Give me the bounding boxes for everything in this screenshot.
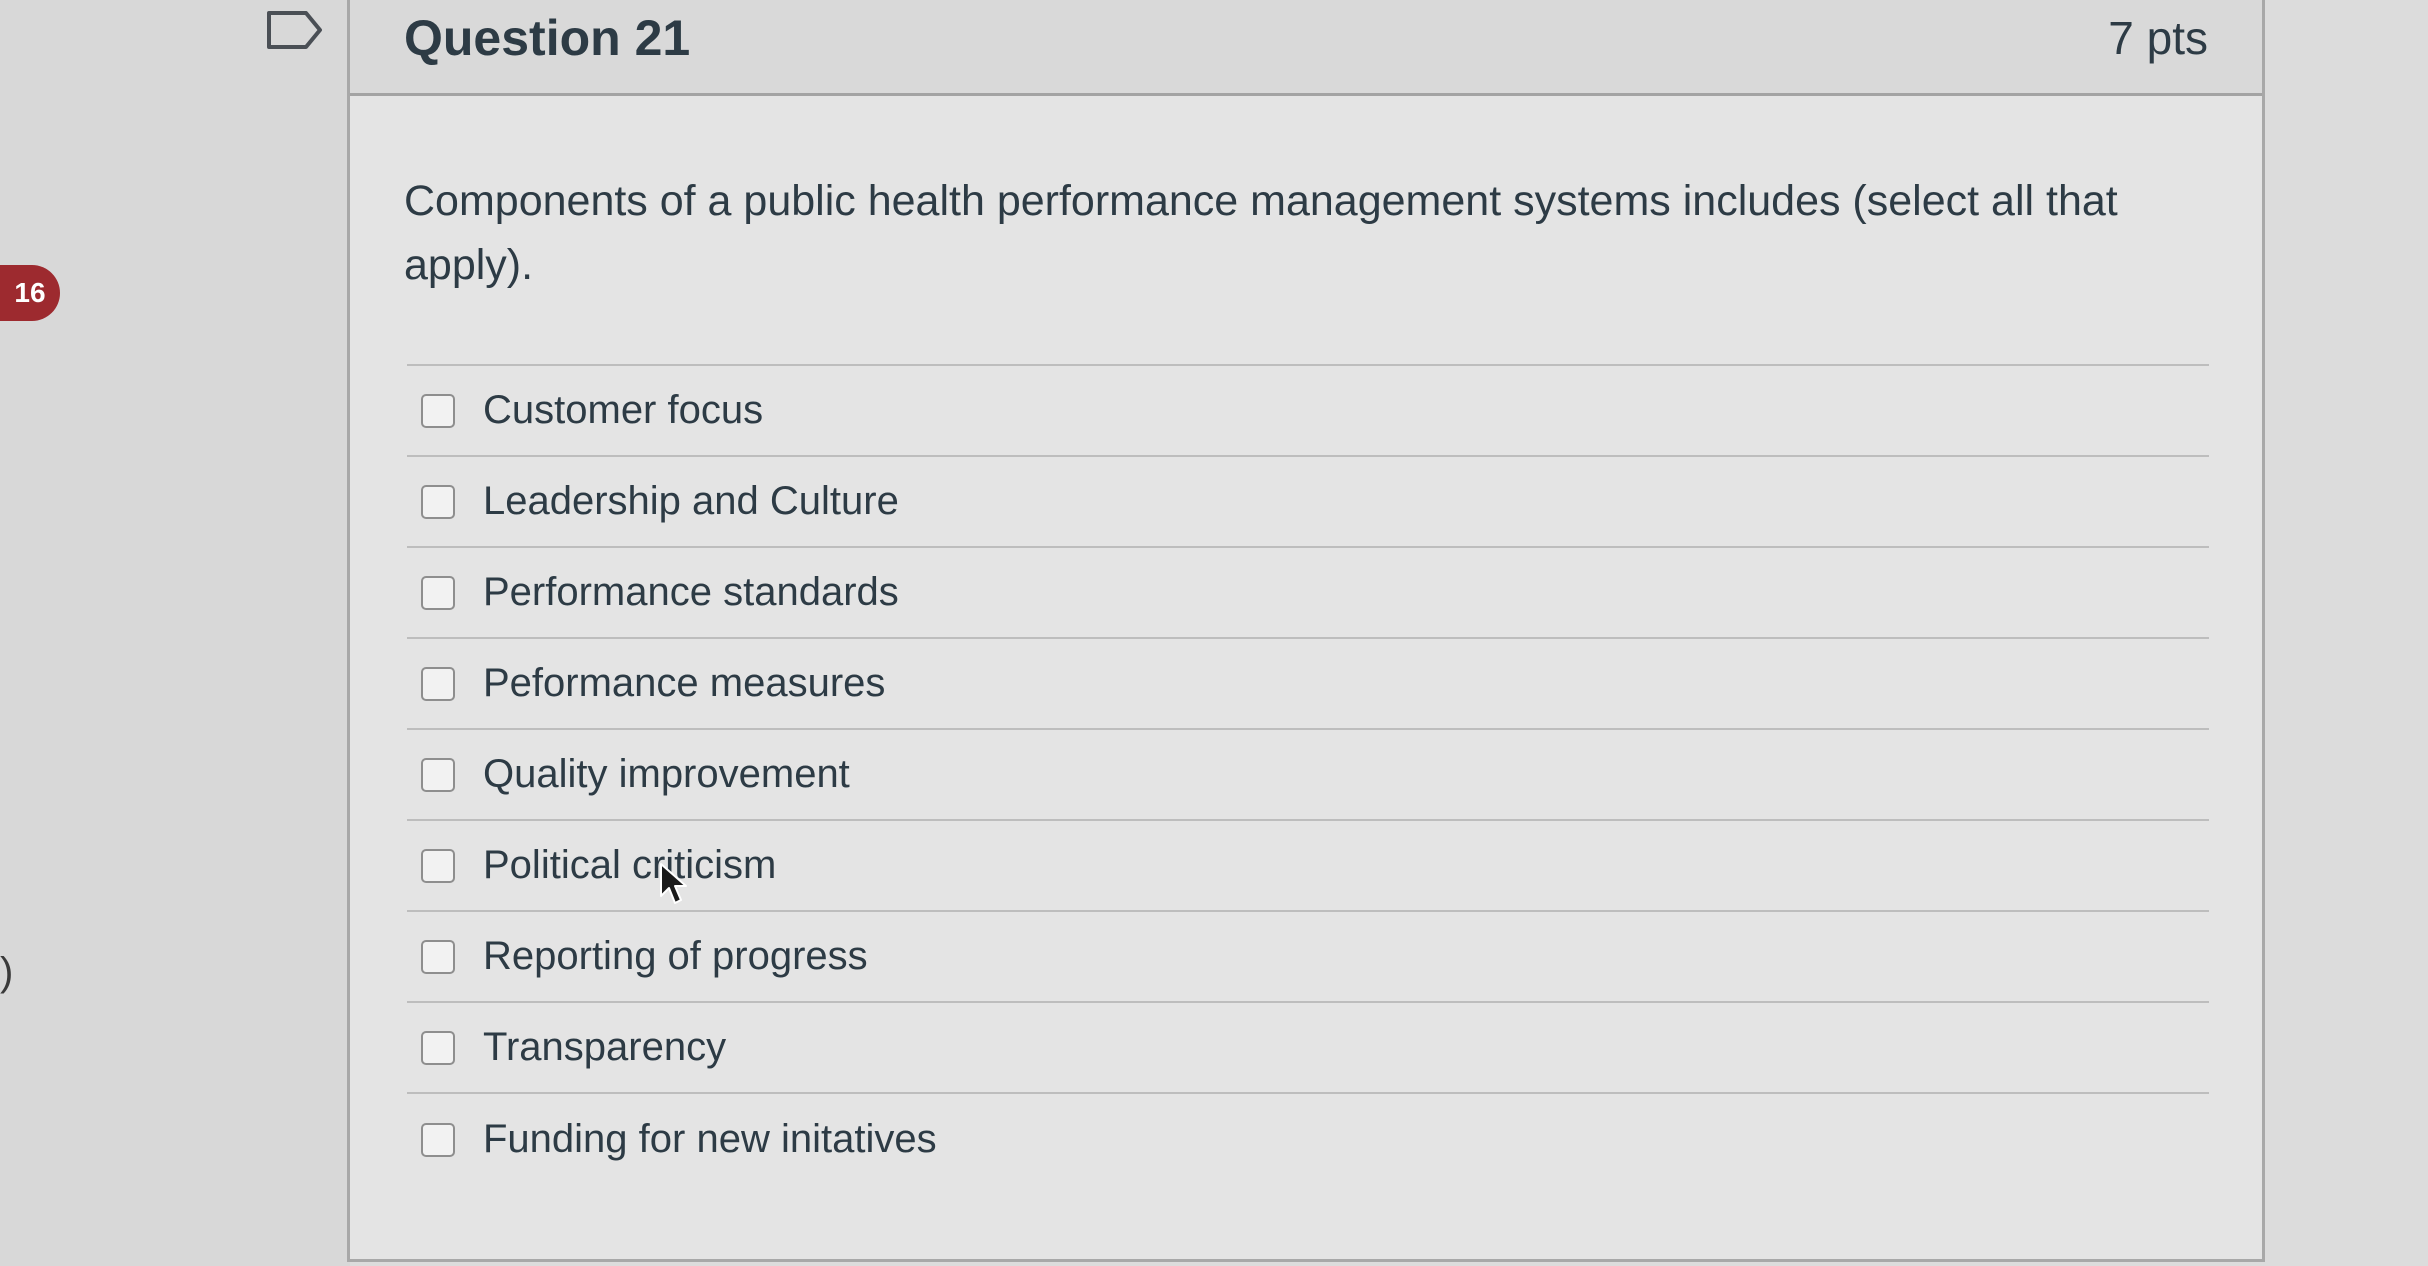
answer-label[interactable]: Funding for new initatives bbox=[483, 1117, 937, 1162]
answer-list: Customer focus Leadership and Culture Pe… bbox=[407, 364, 2209, 1185]
question-text: Components of a public health performanc… bbox=[404, 177, 2118, 289]
left-rail bbox=[0, 0, 350, 1266]
answer-label[interactable]: Reporting of progress bbox=[483, 934, 868, 979]
flag-question-icon[interactable] bbox=[266, 10, 324, 50]
answer-option[interactable]: Funding for new initatives bbox=[407, 1094, 2209, 1185]
answer-label[interactable]: Quality improvement bbox=[483, 752, 850, 797]
question-points: 7 pts bbox=[2108, 12, 2208, 64]
answer-option[interactable]: Performance standards bbox=[407, 548, 2209, 639]
answer-option[interactable]: Peformance measures bbox=[407, 639, 2209, 730]
mouse-pointer-icon bbox=[660, 863, 687, 904]
answer-checkbox[interactable] bbox=[421, 1030, 455, 1065]
answer-label[interactable]: Transparency bbox=[483, 1025, 726, 1070]
answer-label[interactable]: Political criticism bbox=[483, 843, 776, 888]
question-header: Question 21 7 pts bbox=[350, 0, 2262, 96]
answer-checkbox[interactable] bbox=[421, 1122, 455, 1157]
answer-option[interactable]: Reporting of progress bbox=[407, 912, 2209, 1003]
answer-checkbox[interactable] bbox=[421, 484, 455, 519]
answer-checkbox[interactable] bbox=[421, 393, 455, 428]
question-title: Question 21 bbox=[404, 10, 691, 66]
answer-checkbox[interactable] bbox=[421, 939, 455, 974]
answer-option[interactable]: Transparency bbox=[407, 1003, 2209, 1094]
answer-label[interactable]: Performance standards bbox=[483, 570, 899, 615]
answer-option[interactable]: Leadership and Culture bbox=[407, 457, 2209, 548]
answer-checkbox[interactable] bbox=[421, 757, 455, 792]
answer-checkbox[interactable] bbox=[421, 848, 455, 883]
answer-checkbox[interactable] bbox=[421, 666, 455, 701]
edge-mark: ) bbox=[0, 950, 14, 994]
answer-label[interactable]: Customer focus bbox=[483, 388, 763, 433]
answer-label[interactable]: Peformance measures bbox=[483, 661, 885, 706]
notification-badge[interactable]: 16 bbox=[0, 265, 60, 321]
question-panel: Question 21 7 pts Components of a public… bbox=[347, 0, 2265, 1262]
answer-option[interactable]: Quality improvement bbox=[407, 730, 2209, 821]
answer-option[interactable]: Customer focus bbox=[407, 366, 2209, 457]
answer-label[interactable]: Leadership and Culture bbox=[483, 479, 899, 524]
answer-checkbox[interactable] bbox=[421, 575, 455, 610]
